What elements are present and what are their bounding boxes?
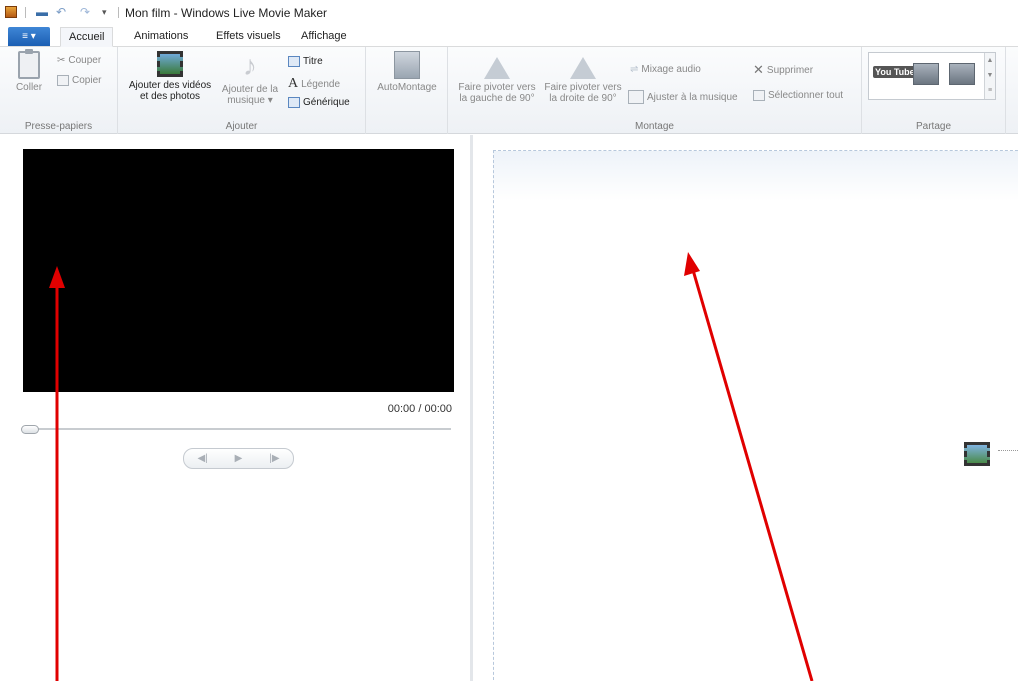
seek-bar[interactable] <box>23 428 451 430</box>
paste-label: Coller <box>15 82 43 93</box>
audio-mix-button[interactable]: ⇌ Mixage audio <box>630 64 701 75</box>
delete-x-icon: ✕ <box>753 62 764 77</box>
add-videos-label-line1: Ajouter des vidéos <box>128 80 212 91</box>
select-all-label: Sélectionner tout <box>768 90 844 101</box>
fit-to-music-label: Ajuster à la musique <box>647 91 738 103</box>
separator <box>25 7 26 18</box>
scissors-icon: ✂ <box>57 55 66 66</box>
title-bar: ▬ ↶ ↷ ▾ Mon film - Windows Live Movie Ma… <box>0 0 1018 26</box>
clipboard-icon <box>18 49 40 79</box>
gallery-scrollbar[interactable]: ▲ ▼ ≡ <box>984 53 995 99</box>
preview-pane: 00:00 / 00:00 ◀| ▶ |▶ <box>0 135 470 681</box>
separator <box>118 7 119 18</box>
automovie-icon <box>394 51 420 79</box>
copy-icon <box>57 75 69 86</box>
rotate-left-button[interactable]: Faire pivoter vers la gauche de 90° <box>452 51 542 104</box>
redo-icon[interactable]: ↷ <box>80 5 90 19</box>
editing-group: Faire pivoter vers la gauche de 90° Fair… <box>448 47 862 134</box>
tab-effets-visuels[interactable]: Effets visuels <box>208 27 289 47</box>
automovie-label: AutoMontage <box>377 82 437 93</box>
select-all-button[interactable]: Sélectionner tout <box>753 90 843 101</box>
rotate-right-icon <box>566 51 600 79</box>
fit-to-music-button[interactable]: Ajuster à la musique <box>628 90 738 104</box>
tab-accueil[interactable]: Accueil <box>60 27 114 47</box>
title-icon <box>288 56 300 67</box>
youtube-icon[interactable]: You Tube <box>873 66 917 78</box>
add-music-label-line2: musique ▾ <box>227 95 273 106</box>
title-button[interactable]: Titre <box>288 56 323 67</box>
ribbon: Coller ✂ Couper Copier Presse-papiers Aj… <box>0 47 1018 134</box>
paste-button[interactable]: Coller <box>10 49 48 93</box>
share-device-icon[interactable] <box>949 63 975 85</box>
previous-frame-button[interactable]: ◀| <box>197 453 207 464</box>
caption-a-icon: A <box>288 76 299 91</box>
credits-label: Générique <box>303 97 350 108</box>
rotate-right-label-line2: la droite de 90° <box>549 93 617 104</box>
select-all-icon <box>753 90 765 101</box>
rotate-left-icon <box>480 51 514 79</box>
credits-icon <box>288 97 300 108</box>
seek-thumb[interactable] <box>21 425 39 434</box>
storyboard-area[interactable] <box>493 150 1018 681</box>
next-frame-button[interactable]: |▶ <box>269 453 279 464</box>
play-button[interactable]: ▶ <box>235 453 243 464</box>
movie-maker-app-icon[interactable] <box>5 6 17 18</box>
group-label: Ajouter <box>225 121 258 132</box>
film-photo-icon <box>157 51 183 77</box>
audio-mix-label: Mixage audio <box>641 64 701 75</box>
scroll-up-icon[interactable]: ▲ <box>985 53 995 68</box>
copy-label: Copier <box>72 75 102 86</box>
playback-controls: ◀| ▶ |▶ <box>183 448 294 469</box>
delete-button[interactable]: ✕ Supprimer <box>753 62 813 78</box>
audio-mix-icon: ⇌ <box>630 64 639 75</box>
group-label: Presse-papiers <box>24 121 93 132</box>
window-title: Mon film - Windows Live Movie Maker <box>125 6 328 20</box>
credits-button[interactable]: Générique <box>288 97 350 108</box>
group-label: Partage <box>915 121 952 132</box>
rotate-left-label-line1: Faire pivoter vers <box>458 82 536 93</box>
delete-label: Supprimer <box>766 64 814 76</box>
add-music-label-line1: Ajouter de la <box>221 84 279 95</box>
scroll-down-icon[interactable]: ▼ <box>985 68 995 83</box>
automovie-button[interactable]: AutoMontage <box>370 51 444 93</box>
caption-label: Légende <box>301 78 341 90</box>
save-icon[interactable]: ▬ <box>36 5 48 19</box>
undo-icon[interactable]: ↶ <box>56 5 66 19</box>
add-group: Ajouter des vidéos et des photos ♪ Ajout… <box>118 47 366 134</box>
video-preview-monitor[interactable] <box>23 149 454 392</box>
music-note-icon: ♪ <box>243 50 257 81</box>
timecode: 00:00 / 00:00 <box>387 403 452 415</box>
storyboard-pane <box>473 135 1018 681</box>
cut-button[interactable]: ✂ Couper <box>57 55 101 66</box>
automovie-group: AutoMontage <box>366 47 448 134</box>
rotate-left-label-line2: la gauche de 90° <box>459 93 535 104</box>
rotate-right-label-line1: Faire pivoter vers <box>544 82 622 93</box>
group-label: Montage <box>635 121 674 132</box>
cut-label: Couper <box>68 55 102 66</box>
fit-to-music-icon <box>628 90 644 104</box>
tab-animations[interactable]: Animations <box>126 27 196 47</box>
add-videos-photos-button[interactable]: Ajouter des vidéos et des photos <box>122 51 218 102</box>
caption-button[interactable]: A Légende <box>288 76 340 92</box>
ribbon-tabs: ≡ ▾ Accueil Animations Effets visuels Af… <box>0 26 1018 47</box>
add-videos-label-line2: et des photos <box>139 91 201 102</box>
add-music-button[interactable]: ♪ Ajouter de la musique ▾ <box>216 50 284 107</box>
expand-gallery-icon[interactable]: ≡ <box>985 83 995 98</box>
share-device-icon[interactable] <box>913 63 939 85</box>
rotate-right-button[interactable]: Faire pivoter vers la droite de 90° <box>538 51 628 104</box>
film-photo-icon <box>964 442 990 466</box>
customize-icon[interactable]: ▾ <box>102 5 107 19</box>
storyboard-dots <box>998 450 1018 451</box>
clipboard-group: Coller ✂ Couper Copier Presse-papiers <box>0 47 118 134</box>
share-gallery[interactable]: You Tube ▲ ▼ ≡ <box>868 52 996 100</box>
tab-affichage[interactable]: Affichage <box>293 27 355 47</box>
copy-button[interactable]: Copier <box>57 75 101 86</box>
title-label: Titre <box>303 56 323 67</box>
file-menu-button[interactable]: ≡ ▾ <box>8 27 50 46</box>
